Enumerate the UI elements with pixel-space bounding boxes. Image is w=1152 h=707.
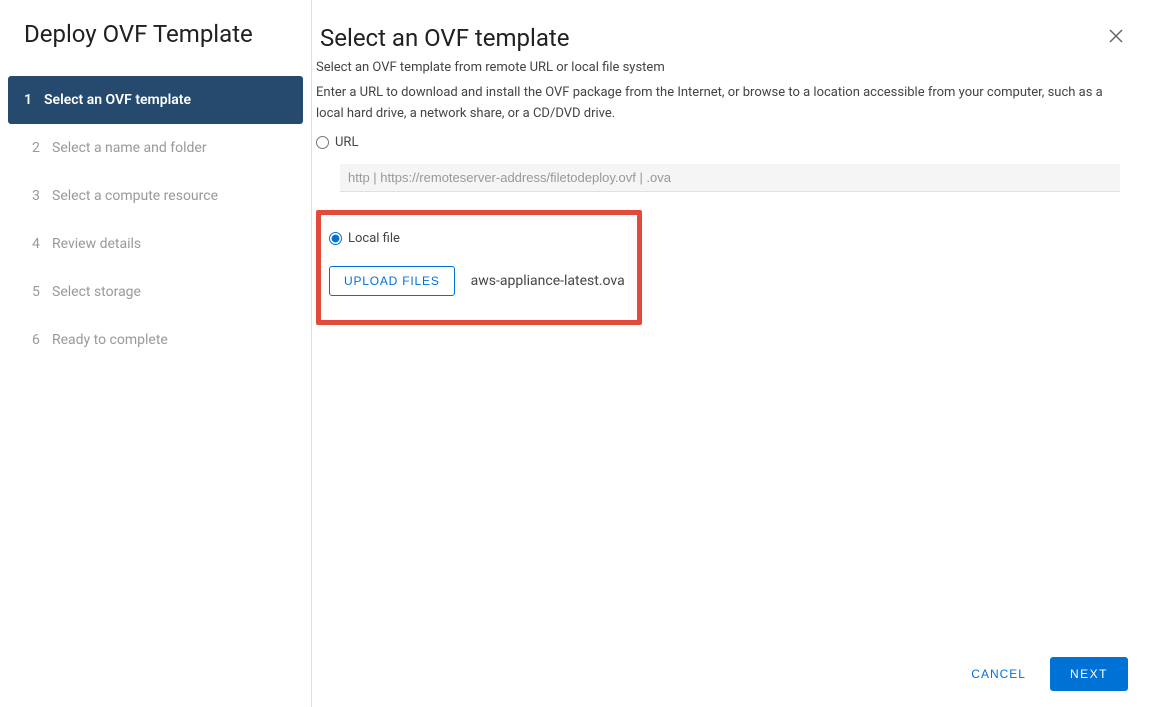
step-select-storage[interactable]: 5 Select storage (0, 268, 311, 316)
wizard-title: Deploy OVF Template (0, 20, 311, 76)
page-subtitle: Select an OVF template from remote URL o… (316, 60, 1124, 75)
wizard-footer: CANCEL NEXT (312, 640, 1152, 707)
close-icon[interactable] (1104, 24, 1128, 52)
step-number: 1 (24, 92, 44, 108)
main-content: Select an OVF template from remote URL o… (312, 60, 1152, 640)
cancel-button[interactable]: CANCEL (967, 657, 1030, 691)
step-label: Select storage (52, 284, 287, 300)
page-description: Enter a URL to download and install the … (316, 83, 1124, 125)
step-number: 6 (32, 332, 52, 348)
step-review-details[interactable]: 4 Review details (0, 220, 311, 268)
main-header: Select an OVF template (312, 0, 1152, 60)
source-radio-group: URL Local file UPLOAD FILES aws-applianc… (316, 135, 1124, 325)
upload-row: UPLOAD FILES aws-appliance-latest.ova (329, 266, 625, 296)
step-select-compute-resource[interactable]: 3 Select a compute resource (0, 172, 311, 220)
url-radio[interactable] (316, 136, 329, 149)
url-radio-label: URL (335, 135, 358, 150)
url-radio-row: URL (316, 135, 1124, 150)
step-label: Select an OVF template (44, 92, 279, 108)
next-button[interactable]: NEXT (1050, 657, 1128, 691)
wizard-sidebar: Deploy OVF Template 1 Select an OVF temp… (0, 0, 312, 707)
upload-files-button[interactable]: UPLOAD FILES (329, 266, 455, 296)
local-file-radio[interactable] (329, 232, 342, 245)
step-select-ovf-template[interactable]: 1 Select an OVF template (8, 76, 303, 124)
wizard-steps: 1 Select an OVF template 2 Select a name… (0, 76, 311, 364)
url-input[interactable] (340, 164, 1120, 192)
step-label: Select a name and folder (52, 140, 287, 156)
main-panel: Select an OVF template Select an OVF tem… (312, 0, 1152, 707)
step-number: 3 (32, 188, 52, 204)
step-label: Review details (52, 236, 287, 252)
step-number: 5 (32, 284, 52, 300)
page-title: Select an OVF template (320, 24, 570, 52)
local-file-radio-row: Local file (329, 231, 625, 246)
step-select-name-folder[interactable]: 2 Select a name and folder (0, 124, 311, 172)
step-label: Select a compute resource (52, 188, 287, 204)
local-file-radio-label: Local file (348, 231, 400, 246)
step-label: Ready to complete (52, 332, 287, 348)
step-ready-to-complete[interactable]: 6 Ready to complete (0, 316, 311, 364)
step-number: 4 (32, 236, 52, 252)
selected-filename: aws-appliance-latest.ova (471, 273, 625, 289)
step-number: 2 (32, 140, 52, 156)
local-file-section: Local file UPLOAD FILES aws-appliance-la… (316, 210, 642, 325)
wizard-container: Deploy OVF Template 1 Select an OVF temp… (0, 0, 1152, 707)
